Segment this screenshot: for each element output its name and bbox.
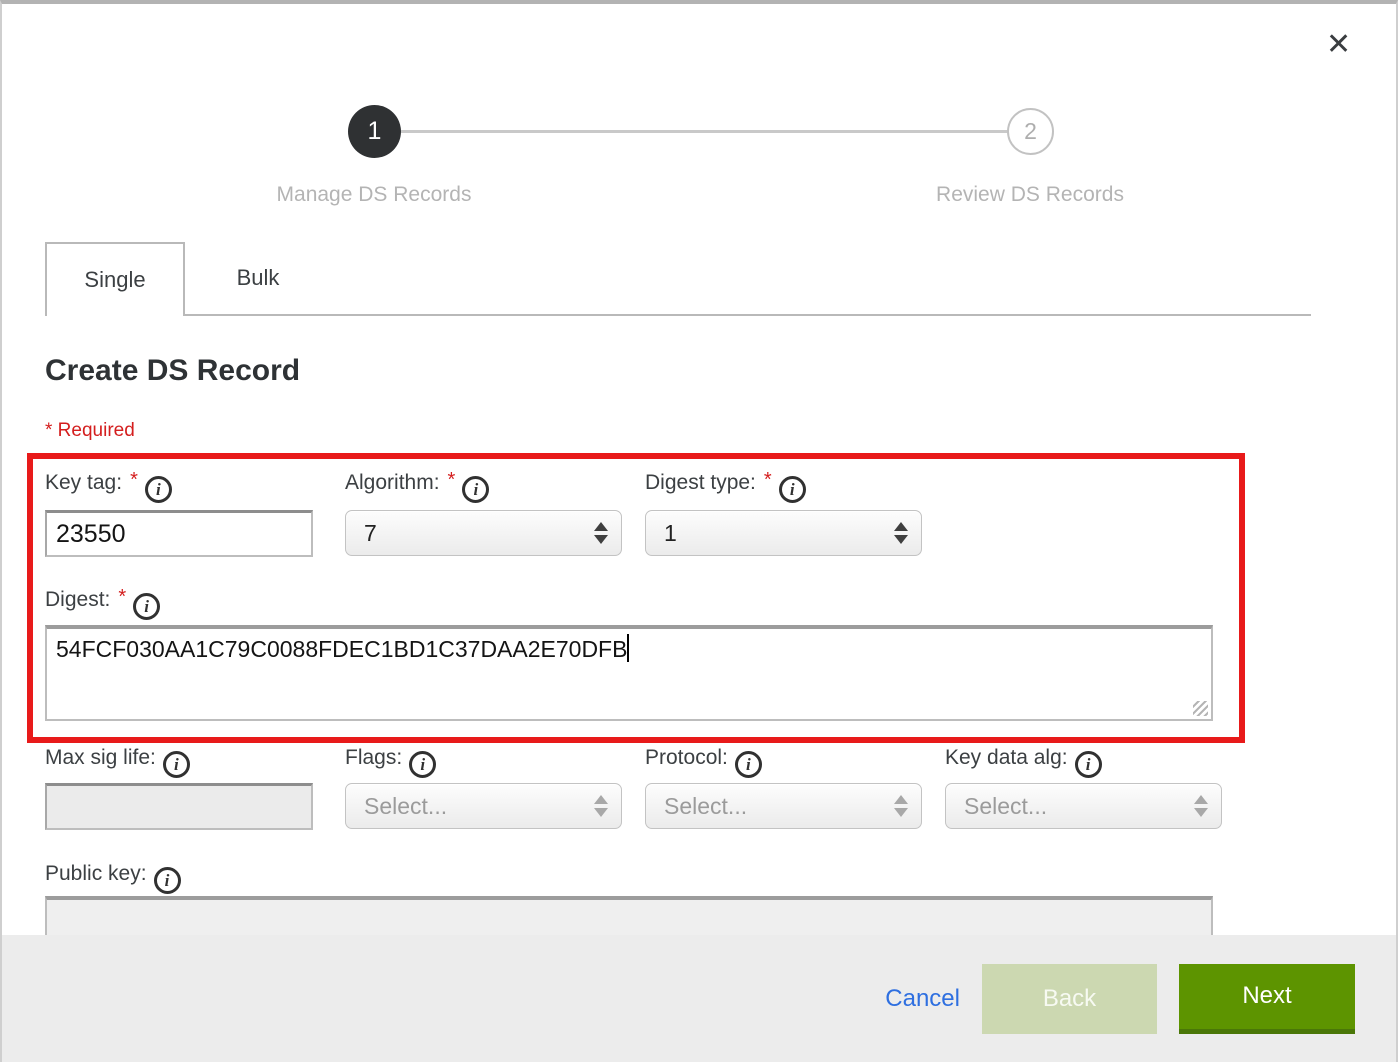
- back-button[interactable]: Back: [982, 964, 1157, 1034]
- required-asterisk: *: [118, 586, 126, 608]
- tab-bar: Single Bulk: [45, 242, 1311, 316]
- flags-select-value: Select...: [364, 793, 447, 820]
- flags-select[interactable]: Select...: [345, 783, 622, 829]
- key-tag-label-text: Key tag:: [45, 471, 122, 494]
- select-spinner-icon: [894, 522, 908, 544]
- info-icon[interactable]: i: [779, 476, 806, 503]
- next-button[interactable]: Next: [1179, 964, 1355, 1034]
- algorithm-select-value: 7: [364, 520, 377, 547]
- protocol-label: Protocol: i: [645, 746, 762, 778]
- algorithm-label-text: Algorithm:: [345, 471, 440, 494]
- digest-textarea[interactable]: 54FCF030AA1C79C0088FDEC1BD1C37DAA2E70DFB: [45, 625, 1213, 721]
- public-key-label-text: Public key:: [45, 862, 147, 885]
- digest-label-text: Digest:: [45, 588, 110, 611]
- required-note: * Required: [45, 420, 135, 442]
- key-data-alg-select[interactable]: Select...: [945, 783, 1222, 829]
- algorithm-label: Algorithm: * i: [345, 471, 489, 503]
- key-data-alg-label-text: Key data alg:: [945, 746, 1068, 769]
- tab-single[interactable]: Single: [45, 242, 185, 316]
- tab-bulk[interactable]: Bulk: [185, 242, 331, 314]
- key-data-alg-label: Key data alg: i: [945, 746, 1102, 778]
- step-2-circle: 2: [1007, 108, 1054, 155]
- info-icon[interactable]: i: [145, 476, 172, 503]
- required-asterisk: *: [130, 469, 138, 491]
- modal-footer: Cancel Back Next: [2, 935, 1396, 1062]
- step-2-label: Review DS Records: [870, 183, 1190, 207]
- create-ds-record-modal: ✕ 1 2 Manage DS Records Review DS Record…: [0, 0, 1398, 1062]
- select-spinner-icon: [594, 795, 608, 817]
- algorithm-select[interactable]: 7: [345, 510, 622, 556]
- digest-type-select-value: 1: [664, 520, 677, 547]
- text-cursor: [627, 634, 629, 662]
- step-1-label: Manage DS Records: [214, 183, 534, 207]
- resize-handle[interactable]: [1193, 701, 1208, 716]
- digest-label: Digest: * i: [45, 588, 160, 620]
- close-icon[interactable]: ✕: [1326, 30, 1351, 60]
- info-icon[interactable]: i: [163, 751, 190, 778]
- cancel-button[interactable]: Cancel: [885, 985, 960, 1013]
- info-icon[interactable]: i: [735, 751, 762, 778]
- max-sig-life-label: Max sig life: i: [45, 746, 190, 778]
- info-icon[interactable]: i: [133, 593, 160, 620]
- max-sig-life-input[interactable]: [45, 783, 313, 830]
- flags-label-text: Flags:: [345, 746, 402, 769]
- info-icon[interactable]: i: [462, 476, 489, 503]
- info-icon[interactable]: i: [154, 867, 181, 894]
- protocol-select[interactable]: Select...: [645, 783, 922, 829]
- required-asterisk: *: [448, 469, 456, 491]
- stepper-connector-line: [400, 130, 1008, 133]
- page-title: Create DS Record: [45, 354, 300, 388]
- select-spinner-icon: [894, 795, 908, 817]
- protocol-label-text: Protocol:: [645, 746, 728, 769]
- digest-type-label: Digest type: * i: [645, 471, 806, 503]
- required-asterisk: *: [764, 469, 772, 491]
- flags-label: Flags: i: [345, 746, 436, 778]
- digest-value: 54FCF030AA1C79C0088FDEC1BD1C37DAA2E70DFB: [56, 636, 627, 662]
- select-spinner-icon: [1194, 795, 1208, 817]
- max-sig-life-label-text: Max sig life:: [45, 746, 156, 769]
- protocol-select-value: Select...: [664, 793, 747, 820]
- public-key-label: Public key: i: [45, 862, 181, 894]
- step-1-circle: 1: [348, 105, 401, 158]
- key-tag-input[interactable]: [45, 510, 313, 557]
- key-tag-label: Key tag: * i: [45, 471, 172, 503]
- info-icon[interactable]: i: [1075, 751, 1102, 778]
- digest-type-label-text: Digest type:: [645, 471, 756, 494]
- key-data-alg-select-value: Select...: [964, 793, 1047, 820]
- digest-type-select[interactable]: 1: [645, 510, 922, 556]
- info-icon[interactable]: i: [409, 751, 436, 778]
- select-spinner-icon: [594, 522, 608, 544]
